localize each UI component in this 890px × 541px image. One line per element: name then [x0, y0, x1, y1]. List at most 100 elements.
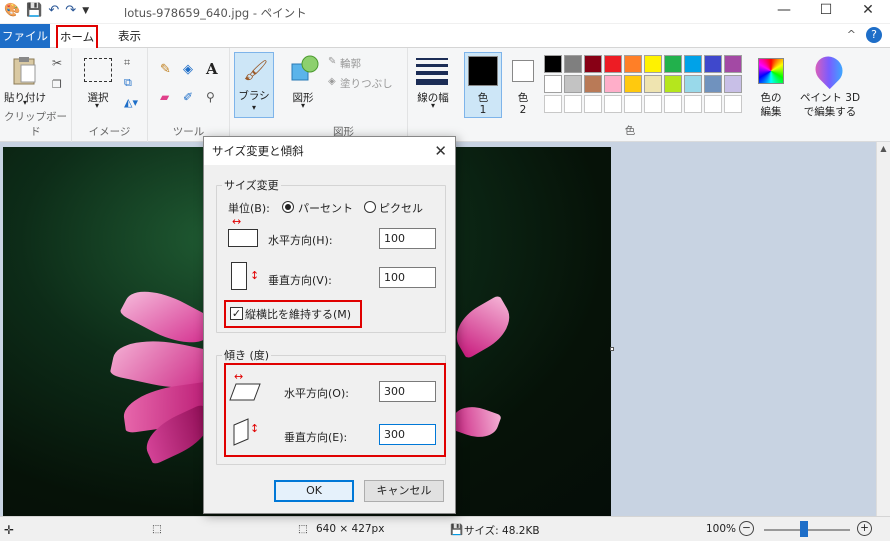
palette-swatch[interactable] [564, 55, 582, 73]
palette-swatch[interactable] [564, 75, 582, 93]
ok-button[interactable]: OK [274, 480, 354, 502]
save-icon[interactable]: 💾 [26, 3, 42, 18]
crop-icon[interactable]: ⌗ [124, 56, 130, 70]
fill-icon[interactable]: ◈ [183, 62, 193, 77]
shapes-icon[interactable] [290, 54, 320, 84]
undo-icon[interactable]: ↶ [48, 3, 59, 18]
palette-swatch[interactable] [684, 95, 702, 113]
palette-swatch[interactable] [604, 55, 622, 73]
paint3d-line1[interactable]: ペイント 3D [798, 90, 862, 105]
select-dropdown-icon[interactable]: ▾ [92, 101, 102, 110]
paste-icon[interactable] [12, 56, 38, 86]
maximize-button[interactable]: ☐ [806, 2, 846, 22]
unit-pixel-label[interactable]: ピクセル [379, 200, 423, 216]
edit-colors-line2[interactable]: 編集 [752, 104, 790, 119]
palette-swatch[interactable] [644, 75, 662, 93]
fill-shape-button[interactable]: 塗りつぶし [340, 76, 393, 91]
tab-view[interactable]: 表示 [118, 24, 141, 48]
outline-button[interactable]: 輪郭 [340, 56, 361, 71]
palette-swatch[interactable] [604, 75, 622, 93]
resize-icon[interactable]: ⧉ [124, 76, 132, 90]
vertical-scrollbar[interactable]: ▲ [876, 142, 890, 516]
minimize-button[interactable]: — [764, 2, 804, 22]
palette-swatch[interactable] [704, 75, 722, 93]
eraser-icon[interactable]: ▰ [160, 90, 169, 104]
color2-label: 色 [517, 92, 529, 104]
edit-colors-icon[interactable] [758, 58, 784, 84]
resize-handle[interactable] [610, 347, 614, 351]
window-title: lotus-978659_640.jpg - ペイント [124, 6, 307, 20]
paint3d-line2[interactable]: で編集する [798, 104, 862, 119]
zoom-slider-thumb[interactable] [800, 521, 808, 537]
line-width-icon[interactable] [416, 58, 448, 86]
paste-dropdown-icon[interactable]: ▾ [20, 98, 30, 107]
palette-swatch[interactable] [644, 55, 662, 73]
palette-swatch[interactable] [664, 75, 682, 93]
unit-percent-radio[interactable] [282, 201, 294, 213]
file-size-icon: 💾 [450, 524, 464, 536]
palette-swatch[interactable] [664, 55, 682, 73]
pencil-icon[interactable]: ✎ [160, 62, 171, 77]
palette-swatch[interactable] [724, 55, 742, 73]
cursor-position-icon: ✛ [4, 523, 15, 537]
select-icon[interactable] [84, 58, 112, 82]
close-button[interactable]: ✕ [848, 2, 888, 22]
palette-swatch[interactable] [684, 55, 702, 73]
paint-app-icon[interactable]: 🎨 [4, 3, 20, 18]
keep-ratio-checkbox[interactable]: ✓ [230, 307, 243, 320]
zoom-out-icon[interactable]: − [739, 521, 754, 536]
group-shapes: 図形 ▾ ✎ 輪郭 ◈ 塗りつぶし 図形 [280, 48, 408, 142]
palette-swatch[interactable] [664, 95, 682, 113]
fill-shape-icon: ◈ [328, 76, 336, 87]
palette-swatch[interactable] [684, 75, 702, 93]
scroll-up-icon[interactable]: ▲ [877, 144, 890, 153]
shapes-dropdown-icon[interactable]: ▾ [298, 101, 308, 110]
palette-swatch[interactable] [624, 75, 642, 93]
rotate-icon[interactable]: ◭▾ [124, 96, 138, 109]
palette-swatch[interactable] [644, 95, 662, 113]
magnifier-icon[interactable]: ⚲ [206, 90, 215, 104]
skew-horizontal-input[interactable]: 300 [379, 381, 436, 402]
color2-swatch[interactable] [512, 60, 534, 82]
customize-qat-icon[interactable]: ▼ [82, 6, 89, 16]
line-width-dropdown-icon[interactable]: ▾ [428, 101, 438, 110]
palette-swatch[interactable] [584, 95, 602, 113]
color2-number: 2 [519, 104, 527, 116]
palette-swatch[interactable] [544, 55, 562, 73]
redo-icon[interactable]: ↷ [65, 3, 76, 18]
cut-icon[interactable]: ✂ [52, 56, 62, 70]
palette-swatch[interactable] [584, 75, 602, 93]
dialog-close-icon[interactable]: ✕ [434, 142, 447, 160]
ribbon: 貼り付け ▾ ✂ ❐ クリップボード 選択 ▾ ⌗ ⧉ ◭▾ イメージ ✎ ◈ … [0, 48, 890, 142]
palette-swatch[interactable] [604, 95, 622, 113]
palette-swatch[interactable] [724, 95, 742, 113]
keep-ratio-label[interactable]: 縦横比を維持する(M) [245, 306, 351, 322]
palette-swatch[interactable] [724, 75, 742, 93]
text-icon[interactable]: A [206, 60, 218, 78]
palette-swatch[interactable] [704, 55, 722, 73]
resize-vertical-input[interactable]: 100 [379, 267, 436, 288]
palette-swatch[interactable] [624, 55, 642, 73]
palette-swatch[interactable] [584, 55, 602, 73]
tab-home[interactable]: ホーム [56, 25, 98, 50]
palette-swatch[interactable] [544, 75, 562, 93]
palette-swatch[interactable] [544, 95, 562, 113]
color-picker-icon[interactable]: ✐ [183, 90, 193, 104]
palette-swatch[interactable] [564, 95, 582, 113]
collapse-ribbon-icon[interactable]: ^ [847, 28, 856, 41]
resize-horizontal-input[interactable]: 100 [379, 228, 436, 249]
resize-vertical-label: 垂直方向(V): [268, 274, 332, 287]
tab-file[interactable]: ファイル [0, 24, 50, 48]
copy-icon[interactable]: ❐ [52, 78, 62, 91]
zoom-in-icon[interactable]: + [857, 521, 872, 536]
edit-colors-line1[interactable]: 色の [752, 90, 790, 105]
palette-swatch[interactable] [624, 95, 642, 113]
unit-percent-label[interactable]: パーセント [298, 200, 353, 216]
cancel-button[interactable]: キャンセル [364, 480, 444, 502]
skew-vertical-input[interactable]: 300 [379, 424, 436, 445]
palette-swatch[interactable] [704, 95, 722, 113]
help-icon[interactable]: ? [866, 27, 882, 43]
brush-dropdown-icon[interactable]: ▾ [249, 103, 259, 112]
unit-pixel-radio[interactable] [364, 201, 376, 213]
paint3d-icon[interactable] [809, 50, 849, 90]
